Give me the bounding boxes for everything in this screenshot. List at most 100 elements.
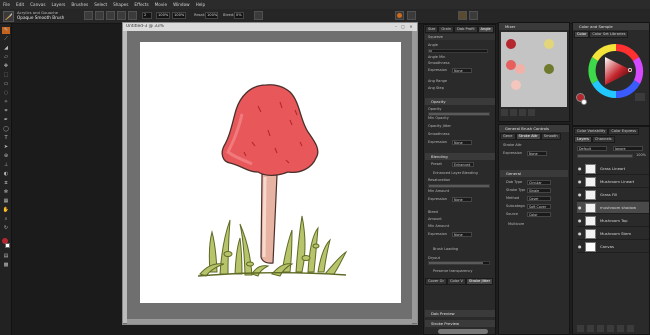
tab-stroke-jitter[interactable]: Stroke Jitter — [465, 278, 494, 285]
layer-row[interactable]: ● Canvas — [577, 241, 649, 253]
mixer-clear-icon[interactable] — [528, 109, 535, 116]
lasso-icon[interactable]: ◌ — [2, 90, 10, 97]
size-field[interactable]: 2 — [142, 12, 152, 19]
dab-preview-header[interactable]: Dab Preview — [425, 310, 495, 317]
dab-type-icon[interactable] — [117, 11, 126, 20]
tab-smoothing[interactable]: Smooth — [540, 133, 561, 140]
close-icon[interactable]: ✕ — [408, 24, 414, 29]
tab-grain[interactable]: Grain — [438, 26, 455, 33]
reset-tool-icon[interactable] — [95, 11, 104, 20]
color-swatch-icon[interactable] — [395, 11, 404, 20]
color-picker-icon[interactable] — [635, 93, 645, 101]
new-layer-icon[interactable] — [617, 325, 624, 332]
text-icon[interactable]: T — [2, 135, 10, 142]
dropper-icon[interactable]: ⟋ — [2, 36, 10, 43]
tab-color-expression[interactable]: Color Express — [608, 128, 639, 135]
vertical-scrollbar[interactable] — [412, 31, 417, 323]
paint-bucket-icon[interactable]: ◢ — [2, 45, 10, 52]
method-dropdown[interactable]: Cover — [527, 196, 551, 201]
eye-icon[interactable]: ● — [578, 179, 583, 184]
eye-icon[interactable]: ● — [578, 231, 583, 236]
shape-icon[interactable]: ◯ — [2, 126, 10, 133]
composite-method-dropdown[interactable]: Default — [577, 146, 607, 151]
blending-section-header[interactable]: Blending — [425, 153, 495, 160]
dynamic-plugins-icon[interactable] — [587, 325, 594, 332]
magnifier-icon[interactable]: ⌕ — [2, 216, 10, 223]
menu-effects[interactable]: Effects — [134, 2, 148, 7]
pen-icon[interactable]: ✒ — [2, 117, 10, 124]
mixer-dropper-icon[interactable] — [501, 109, 508, 116]
additional-color-swatch[interactable] — [5, 243, 10, 248]
menu-file[interactable]: File — [3, 2, 10, 7]
layer-adjuster-icon[interactable]: ✥ — [2, 63, 10, 70]
menu-select[interactable]: Select — [94, 2, 107, 7]
mask-icon[interactable] — [607, 325, 614, 332]
resat-field[interactable]: 100% — [205, 12, 218, 19]
brush-variant-label[interactable]: Opaque Smooth Brush — [17, 15, 64, 20]
layer-row[interactable]: ● Mushroom Stem — [577, 228, 649, 240]
brush-icon[interactable] — [469, 11, 478, 20]
opacity-section-header[interactable]: Opacity — [425, 98, 495, 105]
mixer-swatch-5[interactable] — [544, 64, 554, 74]
tab-color-set-libraries[interactable]: Color Set Libraries — [589, 31, 629, 38]
angle-slider[interactable] — [428, 49, 488, 53]
tab-general[interactable]: Gene — [500, 133, 516, 140]
tab-stroke-attributes[interactable]: Stroke Attr — [515, 133, 541, 140]
method-icon[interactable] — [128, 11, 137, 20]
general-section-header[interactable]: General — [500, 170, 568, 177]
mixer-title[interactable]: Mixer — [499, 23, 569, 30]
tab-size[interactable]: Size — [425, 26, 439, 33]
eye-icon[interactable]: ● — [578, 244, 583, 249]
menu-shapes[interactable]: Shapes — [113, 2, 128, 7]
tab-layers[interactable]: Layers — [574, 136, 592, 143]
rect-select-icon[interactable]: ▭ — [2, 81, 10, 88]
bleed-expression-dropdown[interactable]: None — [452, 232, 472, 237]
maximize-icon[interactable]: ▢ — [400, 24, 406, 29]
brush-library-icon[interactable] — [458, 11, 467, 20]
preset-dropdown[interactable]: Enhanced — [452, 162, 474, 167]
tab-angle[interactable]: Angle — [477, 26, 494, 33]
menu-edit[interactable]: Edit — [16, 2, 24, 7]
eye-icon[interactable]: ● — [578, 218, 583, 223]
divine-proportion-icon[interactable]: ▦ — [2, 198, 10, 205]
mixer-swatch-1[interactable] — [506, 39, 516, 49]
transform-icon[interactable]: ⬚ — [2, 72, 10, 79]
tab-channels[interactable]: Channels — [591, 136, 615, 143]
tab-color-variability[interactable]: Color V — [446, 278, 466, 285]
cloner-icon[interactable]: ⊕ — [2, 153, 10, 160]
paper-selector-icon[interactable]: ▤ — [2, 253, 10, 260]
crop-icon[interactable]: ⌗ — [2, 108, 10, 115]
mirror-icon[interactable]: ⧖ — [2, 180, 10, 187]
color-panel-title[interactable]: Color and Sample — [573, 23, 649, 30]
resat-expression-dropdown[interactable]: None — [452, 197, 472, 202]
pattern-selector-icon[interactable]: ▩ — [2, 262, 10, 269]
additional-color-indicator[interactable] — [581, 99, 587, 105]
general-brush-title[interactable]: General Brush Controls — [499, 125, 569, 132]
rubber-stamp-icon[interactable]: ⊥ — [2, 162, 10, 169]
stroke-preview-header[interactable]: Stroke Preview — [425, 320, 495, 327]
layer-row[interactable]: ● Mushroom Lineart — [577, 176, 649, 188]
mix-toggle-icon[interactable] — [254, 11, 263, 20]
horizontal-scrollbar[interactable] — [127, 319, 412, 324]
tab-dab-profile[interactable]: Dab Profil — [454, 26, 478, 33]
tab-color-variability[interactable]: Color Variability — [574, 128, 609, 135]
shape-select-icon[interactable]: ➤ — [2, 144, 10, 151]
menu-help[interactable]: Help — [196, 2, 206, 7]
enhanced-layer-checkbox[interactable]: Enhanced Layer Blending — [430, 170, 490, 176]
eraser-icon[interactable]: ▱ — [2, 54, 10, 61]
eye-icon[interactable]: ● — [578, 192, 583, 197]
layer-row[interactable]: ● Mushroom Top — [577, 215, 649, 227]
dab-type-dropdown[interactable]: Circular — [527, 180, 551, 185]
grain-field[interactable]: 100% — [172, 12, 186, 19]
minimize-icon[interactable]: – — [393, 24, 399, 29]
ignore-dropdown[interactable]: Ignore — [613, 146, 643, 151]
mixer-swatch-4[interactable] — [515, 64, 525, 74]
stroke-type-icon[interactable] — [106, 11, 115, 20]
layer-row[interactable]: ● Grass Fill — [577, 189, 649, 201]
magic-wand-icon[interactable]: ✧ — [2, 99, 10, 106]
dodge-icon[interactable]: ◐ — [2, 171, 10, 178]
general-expression-dropdown[interactable]: None — [527, 151, 547, 156]
menu-layers[interactable]: Layers — [52, 2, 66, 7]
source-dropdown[interactable]: Color — [527, 212, 551, 217]
mixer-swatch-2[interactable] — [544, 39, 554, 49]
